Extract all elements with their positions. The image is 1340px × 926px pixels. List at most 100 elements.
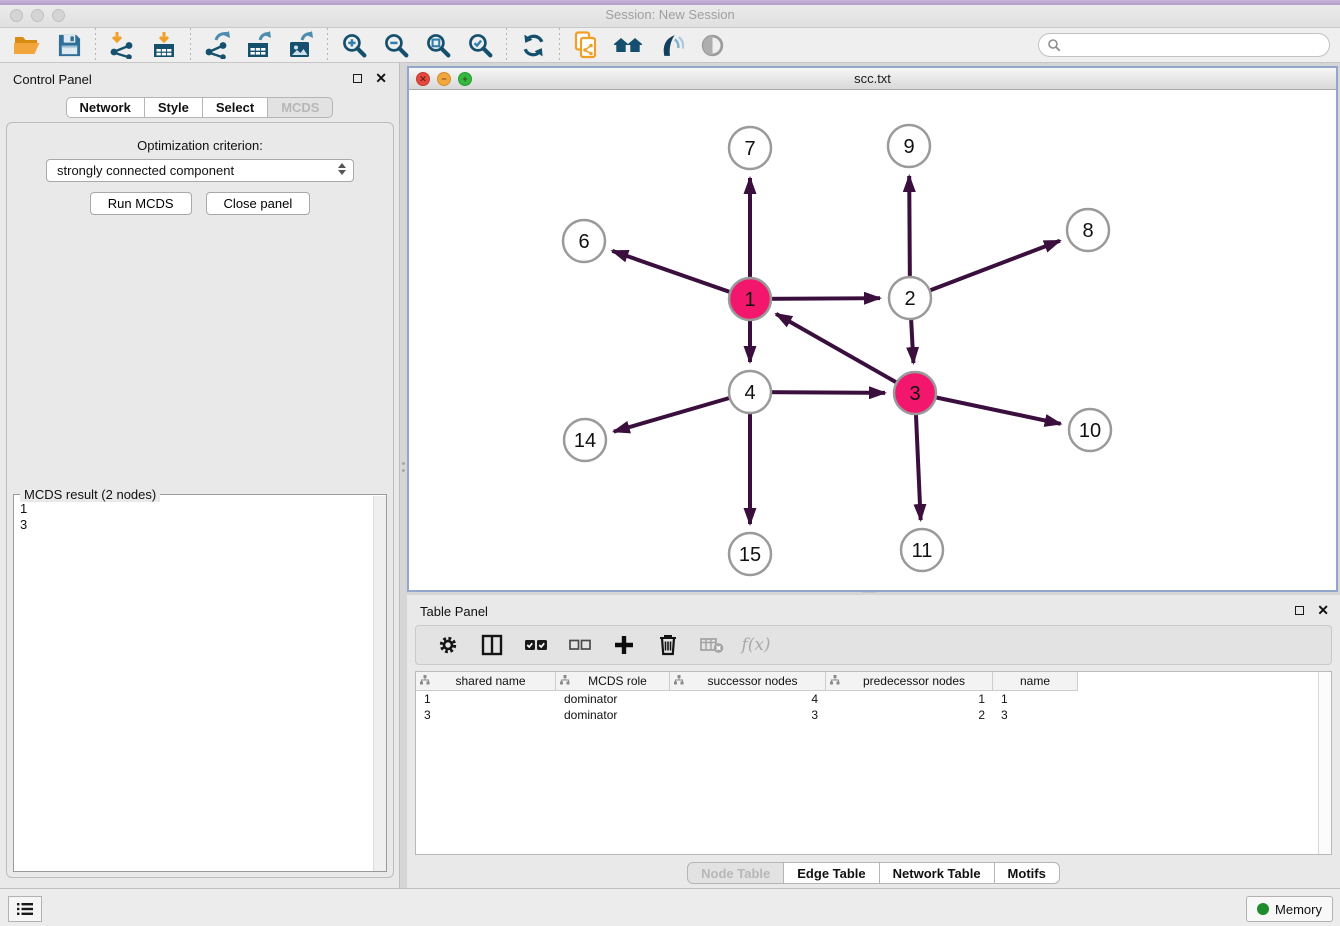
delete-selected-icon[interactable] (655, 632, 681, 658)
graph-node-4[interactable]: 4 (729, 371, 771, 413)
node-table: shared name MCDS role successor nodes prede… (415, 671, 1332, 855)
control-panel: Control Panel ✕ NetworkStyleSelectMCDS O… (0, 63, 400, 888)
graph-node-3[interactable]: 3 (894, 372, 936, 414)
save-session-icon[interactable] (53, 29, 85, 61)
graph-node-6[interactable]: 6 (563, 220, 605, 262)
column-header-successor-nodes[interactable]: successor nodes (670, 672, 826, 691)
graph-node-label: 6 (578, 231, 589, 253)
cell-predecessor-nodes[interactable]: 1 (826, 691, 993, 707)
import-network-icon[interactable] (106, 29, 138, 61)
toggle-bird-eye-view-icon[interactable] (696, 29, 728, 61)
network-graph[interactable]: 7 9 6 8 1 2 4 3 14 10 15 11 (409, 90, 1336, 591)
graph-edge-3-10[interactable] (915, 393, 1061, 424)
export-table-icon[interactable] (243, 29, 275, 61)
tab-node-table[interactable]: Node Table (687, 862, 784, 884)
column-header-name[interactable]: name (993, 672, 1078, 691)
close-panel-icon[interactable]: ✕ (1317, 605, 1329, 615)
search-box[interactable] (1038, 33, 1330, 57)
cell-shared-name[interactable]: 1 (416, 691, 556, 707)
cell-predecessor-nodes[interactable]: 2 (826, 707, 993, 723)
cell-name[interactable]: 3 (993, 707, 1078, 723)
tab-network[interactable]: Network (66, 97, 145, 118)
table-scrollbar[interactable] (1318, 672, 1331, 854)
zoom-in-icon[interactable] (338, 29, 370, 61)
memory-button[interactable]: Memory (1246, 896, 1333, 922)
function-builder-icon[interactable]: f(x) (743, 632, 769, 658)
table-row[interactable]: 1dominator411 (416, 691, 1331, 707)
export-image-icon[interactable] (285, 29, 317, 61)
split-pane-handle[interactable] (401, 462, 405, 478)
task-history-button[interactable] (8, 896, 42, 922)
zoom-selected-icon[interactable] (464, 29, 496, 61)
graph-node-11[interactable]: 11 (901, 529, 943, 571)
clone-network-icon[interactable] (570, 29, 602, 61)
graph-node-8[interactable]: 8 (1067, 209, 1109, 251)
result-line[interactable]: 1 (20, 501, 366, 517)
cell-mcds-role[interactable]: dominator (556, 691, 670, 707)
graph-node-7[interactable]: 7 (729, 127, 771, 169)
tab-motifs[interactable]: Motifs (995, 862, 1060, 884)
graph-node-14[interactable]: 14 (564, 419, 606, 461)
float-panel-icon[interactable] (1295, 606, 1304, 615)
close-panel-button[interactable]: Close panel (206, 192, 311, 215)
table-panel-tabs: Node TableEdge TableNetwork TableMotifs (407, 862, 1340, 884)
column-header-label: successor nodes (684, 674, 821, 688)
tab-mcds[interactable]: MCDS (268, 97, 333, 118)
column-header-predecessor-nodes[interactable]: predecessor nodes (826, 672, 993, 691)
open-session-icon[interactable] (11, 29, 43, 61)
show-graphics-details-icon[interactable] (654, 29, 686, 61)
export-network-icon[interactable] (201, 29, 233, 61)
network-window-titlebar[interactable]: ✕ − + scc.txt (409, 68, 1336, 90)
zoom-fit-icon[interactable] (422, 29, 454, 61)
tab-style[interactable]: Style (145, 97, 203, 118)
deselect-all-icon[interactable] (567, 632, 593, 658)
tab-network-table[interactable]: Network Table (880, 862, 995, 884)
graph-edge-3-1[interactable] (776, 314, 915, 393)
add-column-icon[interactable] (611, 632, 637, 658)
tab-edge-table[interactable]: Edge Table (784, 862, 879, 884)
graph-node-1[interactable]: 1 (729, 278, 771, 320)
apply-layout-icon[interactable] (517, 29, 549, 61)
select-all-icon[interactable] (523, 632, 549, 658)
graph-node-10[interactable]: 10 (1069, 409, 1111, 451)
column-header-mcds-role[interactable]: MCDS role (556, 672, 670, 691)
mcds-result-list[interactable]: 13 (14, 497, 372, 871)
criterion-dropdown[interactable]: strongly connected component (46, 159, 354, 182)
import-table-icon[interactable] (148, 29, 180, 61)
float-panel-icon[interactable] (353, 74, 362, 83)
mcds-buttons-row: Run MCDS Close panel (7, 192, 393, 215)
cell-mcds-role[interactable]: dominator (556, 707, 670, 723)
column-header-label: shared name (430, 674, 551, 688)
control-panel-tabs: NetworkStyleSelectMCDS (0, 97, 399, 118)
network-window: ✕ − + scc.txt 7 9 6 8 1 2 4 3 14 10 15 11 (407, 66, 1338, 592)
tab-select[interactable]: Select (203, 97, 268, 118)
cell-name[interactable]: 1 (993, 691, 1078, 707)
table-header-row: shared name MCDS role successor nodes prede… (416, 672, 1331, 691)
search-input[interactable] (1061, 35, 1329, 55)
delete-table-icon[interactable] (699, 632, 725, 658)
run-mcds-button[interactable]: Run MCDS (90, 192, 192, 215)
control-panel-controls: ✕ (353, 73, 387, 83)
cell-successor-nodes[interactable]: 4 (670, 691, 826, 707)
result-line[interactable]: 3 (20, 517, 366, 533)
cell-shared-name[interactable]: 3 (416, 707, 556, 723)
column-header-label: predecessor nodes (840, 674, 988, 688)
graph-node-label: 4 (744, 382, 755, 404)
table-body: 1dominator4113dominator323 (416, 691, 1331, 723)
reset-home-icon[interactable] (612, 29, 644, 61)
network-canvas[interactable]: 7 9 6 8 1 2 4 3 14 10 15 11 (409, 90, 1336, 590)
graph-node-15[interactable]: 15 (729, 533, 771, 575)
cell-successor-nodes[interactable]: 3 (670, 707, 826, 723)
column-type-icon (674, 674, 684, 688)
graph-edge-2-8[interactable] (910, 241, 1060, 298)
close-panel-icon[interactable]: ✕ (375, 73, 387, 83)
column-header-shared-name[interactable]: shared name (416, 672, 556, 691)
table-options-icon[interactable] (435, 632, 461, 658)
zoom-out-icon[interactable] (380, 29, 412, 61)
result-scrollbar[interactable] (373, 496, 386, 871)
toggle-panel-split-icon[interactable] (479, 632, 505, 658)
table-row[interactable]: 3dominator323 (416, 707, 1331, 723)
memory-label: Memory (1275, 902, 1322, 917)
graph-node-9[interactable]: 9 (888, 125, 930, 167)
graph-node-2[interactable]: 2 (889, 277, 931, 319)
